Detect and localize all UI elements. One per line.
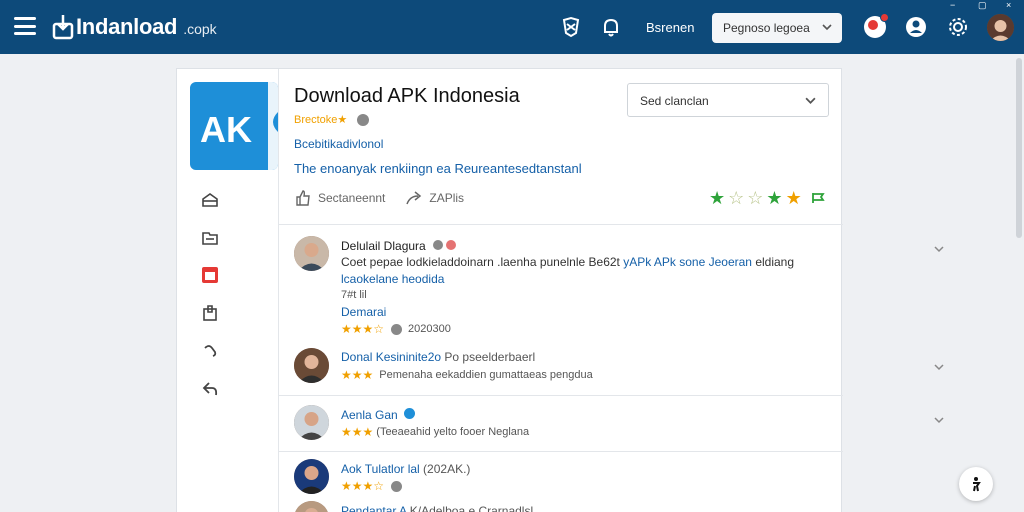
user-icon[interactable]	[905, 16, 927, 38]
review-text-line3: 7#t lil	[341, 289, 367, 301]
sort-select[interactable]: Sed clanclan	[627, 83, 829, 117]
shield-icon[interactable]	[560, 16, 582, 38]
help-button[interactable]	[959, 467, 993, 501]
share-icon	[406, 191, 422, 205]
accessibility-icon	[973, 477, 981, 492]
flag-icon[interactable]	[811, 191, 825, 205]
page-scrollbar[interactable]	[1016, 58, 1022, 238]
review-meta: ★★★☆ 2020300	[341, 322, 451, 336]
review-meta: ★★★ Pemenaha eekaddien gumattaeas pengdu…	[341, 368, 593, 382]
brand-name: Indanload	[76, 14, 178, 39]
chevron-down-icon	[822, 24, 832, 31]
app-detail-card: AK Download APK Indonesia Brectoke★ Bceb…	[176, 68, 944, 512]
review-meta: ★★★ (Teeaeahid yelto fooer Neglana	[341, 425, 529, 439]
minimize-button[interactable]: −	[950, 0, 955, 10]
svg-text:AK: AK	[200, 109, 252, 150]
review-meta: ★★★☆	[341, 479, 408, 493]
settings-icon[interactable]	[947, 16, 969, 38]
info-icon[interactable]	[357, 113, 370, 126]
share-button[interactable]: ZAPlis	[405, 189, 464, 207]
brand-suffix: .copk	[183, 21, 217, 37]
share-label: ZAPlis	[429, 191, 465, 205]
divider	[279, 395, 843, 396]
app-icon-tile[interactable]: AK	[190, 82, 278, 170]
inbox-icon[interactable]	[201, 191, 219, 209]
reply-icon[interactable]	[201, 380, 219, 398]
chevron-down-icon[interactable]	[934, 362, 944, 372]
like-button[interactable]: Sectaneennt	[294, 189, 385, 207]
reviewer-name[interactable]: Delulail Dlagura	[341, 239, 457, 253]
reviewer-name[interactable]: Aenla Gan	[341, 408, 416, 422]
language-select[interactable]: Pegnoso legoea	[712, 13, 842, 43]
sort-select-value: Sed clanclan	[640, 94, 709, 108]
review-stars: ★★★	[341, 368, 374, 382]
folder-icon[interactable]	[201, 229, 219, 247]
maximize-button[interactable]: ▢	[978, 0, 987, 10]
verified-badge-icon	[404, 408, 416, 419]
page-title: Download APK Indonesia	[294, 85, 520, 107]
left-rail: AK	[177, 69, 279, 512]
app-logo-icon: AK	[200, 82, 278, 170]
review-text: Coet pepae lodkieladdoinarn .laenha pune…	[341, 255, 795, 269]
like-label: Sectaneennt	[318, 191, 386, 205]
rating-summary: Brectoke★	[294, 113, 370, 126]
star-2[interactable]: ☆	[728, 189, 744, 207]
review-text-line4[interactable]: Demarai	[341, 305, 386, 319]
review-stars: ★★★	[341, 425, 374, 439]
top-navigation-bar: Indanload .copk Bsrenen Pegnoso legoea −…	[0, 0, 1024, 54]
rating-stars[interactable]: ★ ☆ ☆ ★ ★	[709, 189, 825, 207]
app-subtitle[interactable]: Bcebitikadivlonol	[294, 137, 383, 151]
review-text: Pemenaha eekaddien gumattaeas pengdua	[379, 369, 593, 381]
clock-icon	[391, 480, 403, 492]
app-header: Download APK Indonesia	[294, 85, 520, 108]
review-stars: ★★★☆	[341, 322, 385, 336]
chevron-down-icon	[805, 97, 816, 104]
language-select-value: Pegnoso legoea	[723, 21, 810, 35]
review-link[interactable]: yAPk APk sone Jeoeran	[623, 255, 752, 269]
star-3[interactable]: ☆	[747, 189, 763, 207]
reviewer-avatar[interactable]	[294, 236, 329, 271]
review-date: 2020300	[408, 323, 451, 335]
reviewer-name[interactable]: Donal Kesininite2o Po pseelderbaerl	[341, 350, 535, 364]
clock-icon	[391, 323, 403, 335]
action-row: Sectaneennt ZAPlis	[294, 189, 484, 207]
app-tagline[interactable]: The enoanyak renkiingn ea Reureantesedta…	[294, 161, 582, 176]
menu-icon[interactable]	[14, 17, 36, 35]
divider	[279, 451, 843, 452]
reviewer-avatar[interactable]	[294, 348, 329, 383]
star-5[interactable]: ★	[786, 189, 802, 207]
review-text-line2[interactable]: lcaokelane heodida	[341, 272, 444, 286]
close-window-button[interactable]: ×	[1006, 0, 1011, 10]
chevron-down-icon[interactable]	[934, 244, 944, 254]
user-avatar[interactable]	[987, 14, 1014, 41]
brand-logo[interactable]: Indanload .copk	[52, 12, 217, 42]
divider	[279, 224, 843, 225]
review-stars: ★★★☆	[341, 479, 385, 493]
reviewer-avatar[interactable]	[294, 459, 329, 494]
bell-icon[interactable]	[600, 16, 622, 38]
reviewer-avatar[interactable]	[294, 405, 329, 440]
thumbs-up-icon	[296, 190, 310, 206]
reviewer-name[interactable]: Pendantar A K/Adelboa e Crarnadlsl	[341, 504, 533, 512]
top-nav-link[interactable]: Bsrenen	[646, 20, 694, 35]
clipboard-icon[interactable]	[201, 304, 219, 322]
review-text: (Teeaeahid yelto fooer Neglana	[376, 426, 530, 438]
rating-label: Brectoke★	[294, 114, 348, 126]
link-icon[interactable]	[201, 342, 219, 360]
download-logo-icon	[52, 15, 74, 40]
emoji-icon	[446, 240, 457, 250]
notification-badge-icon[interactable]	[864, 13, 889, 38]
star-4[interactable]: ★	[766, 189, 782, 207]
reviewer-avatar[interactable]	[294, 501, 329, 512]
reviewer-name[interactable]: Aok Tulatlor lal (202AK.)	[341, 462, 470, 476]
star-1[interactable]: ★	[709, 189, 725, 207]
chevron-down-icon[interactable]	[934, 415, 944, 425]
verified-icon	[433, 240, 444, 250]
calendar-icon[interactable]	[201, 266, 219, 284]
